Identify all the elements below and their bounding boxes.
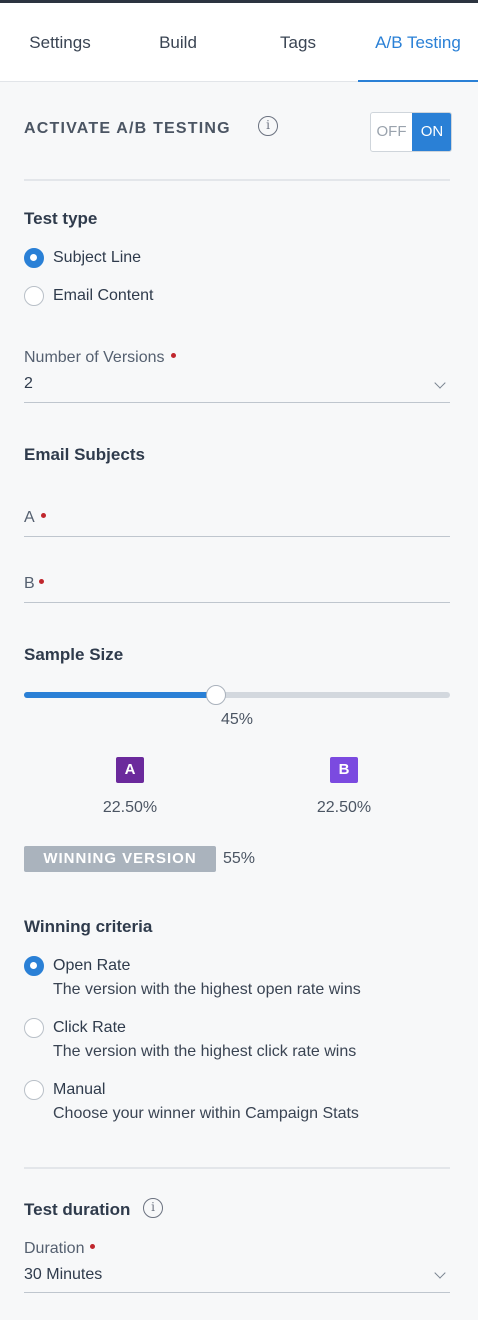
- toggle-off-label[interactable]: OFF: [371, 113, 412, 151]
- info-icon[interactable]: i: [258, 116, 278, 136]
- winning-version-percent: 55%: [223, 850, 256, 867]
- chevron-down-icon[interactable]: [434, 1267, 446, 1279]
- subject-a-field[interactable]: A: [24, 509, 46, 527]
- radio-click-rate-label[interactable]: Click Rate: [53, 1019, 126, 1037]
- active-tab-indicator: [358, 80, 478, 82]
- duration-label: Duration: [24, 1240, 96, 1258]
- winning-version-badge: WINNING VERSION: [24, 846, 216, 872]
- required-marker: [38, 579, 44, 584]
- manual-description: Choose your winner within Campaign Stats: [53, 1105, 359, 1122]
- subject-a-underline: [24, 536, 450, 537]
- number-of-versions-select[interactable]: 2: [24, 375, 33, 393]
- sample-size-slider[interactable]: [24, 685, 450, 705]
- radio-subject-line[interactable]: [24, 248, 44, 268]
- version-a-percent: 22.50%: [102, 799, 158, 816]
- version-a-badge: A: [116, 757, 144, 783]
- radio-manual-label[interactable]: Manual: [53, 1081, 105, 1099]
- subject-b-underline: [24, 602, 450, 603]
- slider-fill: [24, 692, 216, 698]
- required-marker: [170, 353, 176, 358]
- radio-email-content-label[interactable]: Email Content: [53, 287, 154, 305]
- slider-thumb[interactable]: [205, 685, 226, 705]
- divider: [24, 179, 450, 181]
- toggle-on-label[interactable]: ON: [412, 113, 451, 151]
- winning-criteria-heading: Winning criteria: [24, 917, 153, 936]
- duration-select[interactable]: 30 Minutes: [24, 1266, 102, 1284]
- test-duration-heading: Test duration: [24, 1200, 131, 1219]
- activate-ab-testing-label: ACTIVATE A/B TESTING: [24, 120, 231, 137]
- radio-subject-line-label[interactable]: Subject Line: [53, 249, 141, 267]
- number-of-versions-text: Number of Versions: [24, 349, 165, 366]
- duration-underline: [24, 1292, 450, 1293]
- chevron-down-icon[interactable]: [434, 377, 446, 389]
- test-type-heading: Test type: [24, 209, 98, 228]
- sample-size-value: 45%: [220, 711, 254, 728]
- subject-b-label: B: [24, 575, 35, 592]
- tab-settings[interactable]: Settings: [0, 3, 120, 82]
- subject-a-label: A: [24, 509, 35, 526]
- click-rate-description: The version with the highest click rate …: [53, 1043, 357, 1060]
- tab-tags[interactable]: Tags: [238, 3, 358, 82]
- radio-email-content[interactable]: [24, 286, 44, 306]
- radio-manual[interactable]: [24, 1080, 44, 1100]
- tab-build[interactable]: Build: [118, 3, 238, 82]
- duration-label-text: Duration: [24, 1240, 85, 1257]
- required-marker: [90, 1244, 96, 1249]
- radio-open-rate-label[interactable]: Open Rate: [53, 957, 130, 975]
- email-subjects-heading: Email Subjects: [24, 445, 145, 464]
- tab-ab-testing[interactable]: A/B Testing: [358, 3, 478, 82]
- version-b-badge: B: [330, 757, 358, 783]
- radio-open-rate[interactable]: [24, 956, 44, 976]
- open-rate-description: The version with the highest open rate w…: [53, 981, 361, 998]
- number-of-versions-label: Number of Versions: [24, 349, 176, 367]
- subject-b-field[interactable]: B: [24, 575, 44, 593]
- sample-size-heading: Sample Size: [24, 645, 124, 664]
- radio-click-rate[interactable]: [24, 1018, 44, 1038]
- ab-testing-toggle[interactable]: OFF ON: [370, 112, 452, 152]
- version-b-percent: 22.50%: [316, 799, 372, 816]
- required-marker: [40, 513, 46, 518]
- info-icon[interactable]: i: [143, 1198, 163, 1218]
- tab-bar: Settings Build Tags A/B Testing: [0, 3, 478, 82]
- versions-underline: [24, 402, 450, 403]
- divider: [24, 1167, 450, 1169]
